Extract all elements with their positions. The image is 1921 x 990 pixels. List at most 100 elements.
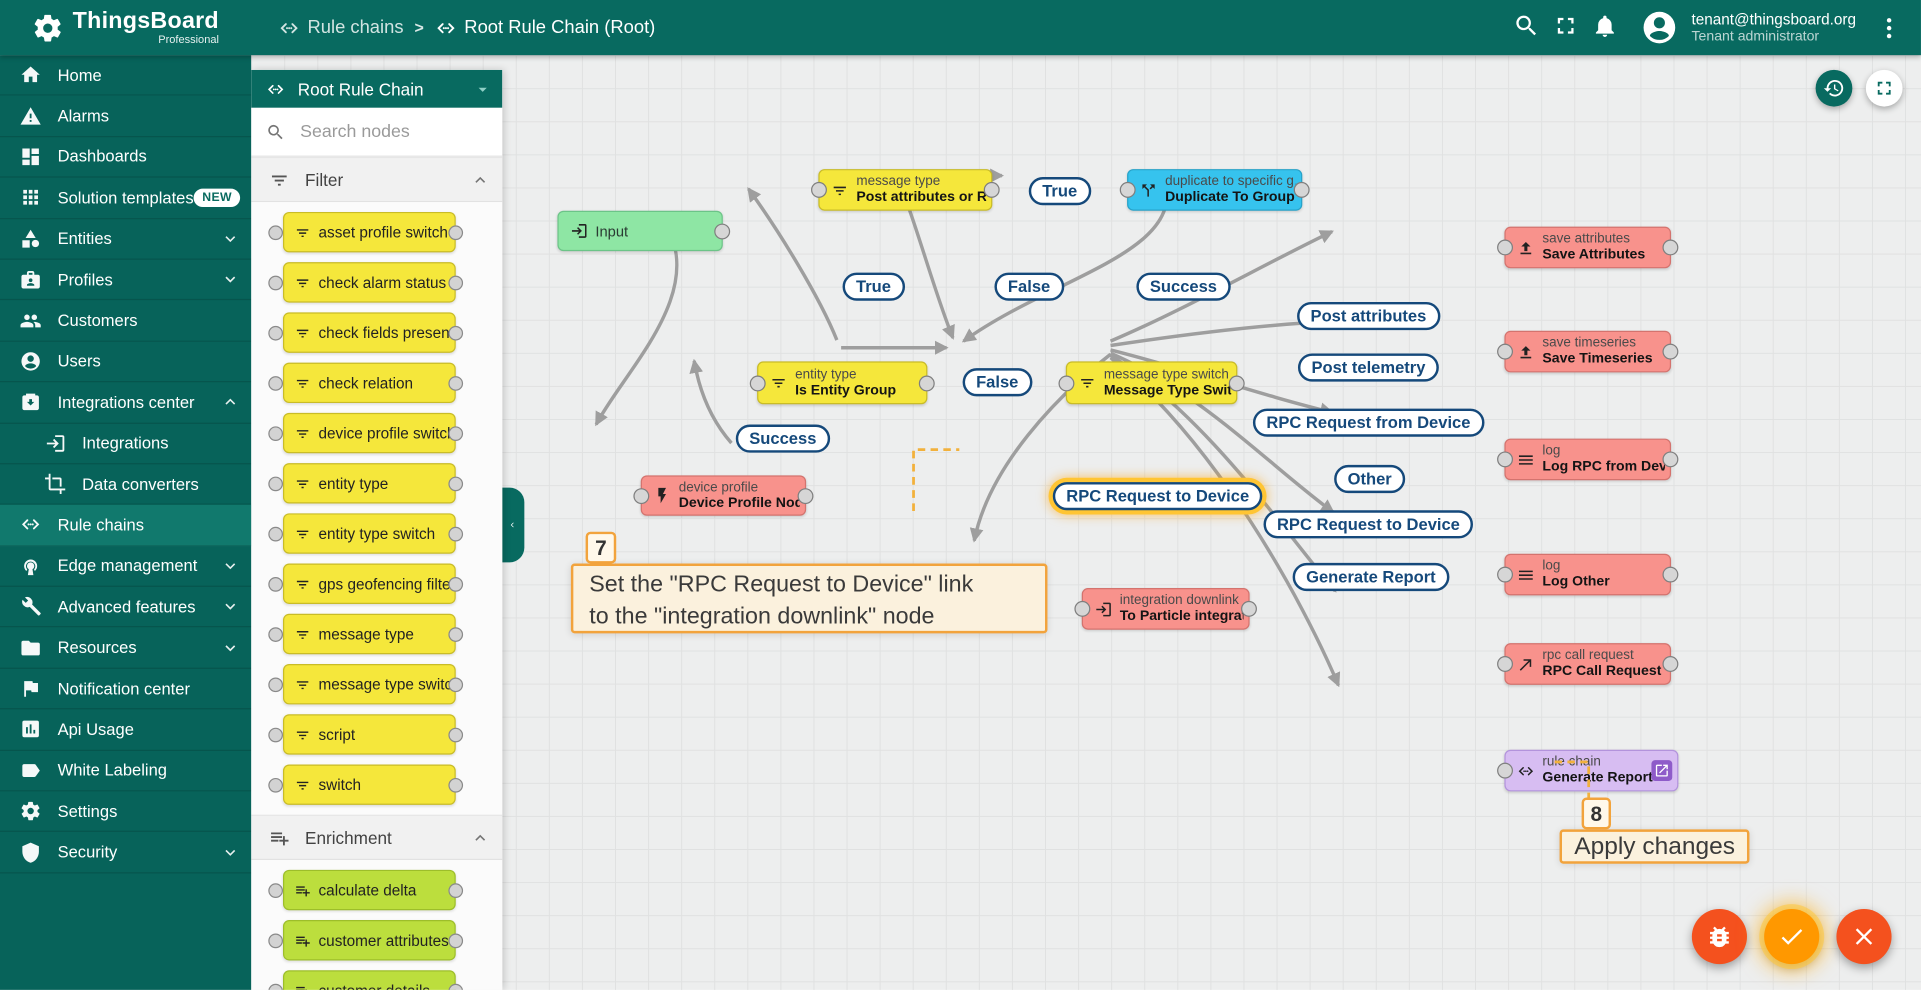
sidebar-item-entities[interactable]: Entities: [0, 219, 251, 260]
sidebar-item-profiles[interactable]: Profiles: [0, 260, 251, 301]
avatar[interactable]: [1640, 9, 1678, 47]
notifications-button[interactable]: [1589, 10, 1621, 42]
output-port[interactable]: [1662, 567, 1678, 583]
versions-history-button[interactable]: [1816, 70, 1853, 107]
sidebar-item-integrations-center[interactable]: Integrations center: [0, 382, 251, 423]
sidebar-item-home[interactable]: Home: [0, 55, 251, 96]
node-save-timeseries[interactable]: save timeseriesSave Timeseries: [1504, 331, 1671, 373]
palette-node-message-type[interactable]: message type: [251, 609, 502, 659]
sidebar-item-resources[interactable]: Resources: [0, 628, 251, 669]
node-integration-downlink[interactable]: integration downlinkTo Particle integrat…: [1082, 588, 1250, 630]
edge-label[interactable]: True: [1029, 177, 1091, 205]
palette-node-switch[interactable]: switch: [251, 760, 502, 810]
node-message-type[interactable]: message typePost attributes or RP…: [818, 169, 992, 211]
output-port[interactable]: [1241, 601, 1257, 617]
input-port[interactable]: [1497, 567, 1513, 583]
sidebar-item-edge-management[interactable]: Edge management: [0, 546, 251, 587]
sidebar-item-settings[interactable]: Settings: [0, 791, 251, 832]
palette-header[interactable]: Root Rule Chain: [251, 70, 502, 108]
sidebar-item-rule-chains[interactable]: Rule chains: [0, 505, 251, 546]
sidebar-item-users[interactable]: Users: [0, 341, 251, 382]
input-port[interactable]: [1497, 763, 1513, 779]
input-port[interactable]: [1120, 182, 1136, 198]
edge-label[interactable]: RPC Request from Device: [1253, 409, 1484, 437]
fullscreen-canvas-button[interactable]: [1866, 70, 1903, 107]
sidebar-item-advanced-features[interactable]: Advanced features: [0, 587, 251, 628]
logo[interactable]: ThingsBoard Professional: [0, 10, 251, 46]
output-port[interactable]: [1662, 344, 1678, 360]
input-port[interactable]: [633, 488, 649, 504]
sidebar-item-security[interactable]: Security: [0, 832, 251, 873]
input-port[interactable]: [811, 182, 827, 198]
node-device-profile[interactable]: device profileDevice Profile Node: [641, 475, 806, 515]
input-port[interactable]: [1074, 601, 1090, 617]
palette-collapse-handle[interactable]: [501, 488, 524, 563]
palette-node-entity-type-switch[interactable]: entity type switch: [251, 508, 502, 558]
sidebar-item-notification-center[interactable]: Notification center: [0, 669, 251, 710]
edge-label[interactable]: Success: [1136, 273, 1230, 301]
palette-node-gps-geofencing-filter[interactable]: gps geofencing filter: [251, 559, 502, 609]
node-input[interactable]: Input: [557, 211, 722, 251]
sidebar-item-white-labeling[interactable]: White Labeling: [0, 751, 251, 792]
sidebar-item-data-converters[interactable]: Data converters: [0, 464, 251, 505]
node-log-rpc-from-device[interactable]: logLog RPC from Device: [1504, 439, 1671, 481]
search-button[interactable]: [1510, 10, 1542, 42]
output-port[interactable]: [1294, 182, 1310, 198]
output-port[interactable]: [1662, 656, 1678, 672]
palette-node-calculate-delta[interactable]: calculate delta: [251, 865, 502, 915]
edge-label[interactable]: RPC Request to Device: [1264, 510, 1474, 538]
sidebar-item-integrations[interactable]: Integrations: [0, 423, 251, 464]
input-port[interactable]: [1497, 656, 1513, 672]
edge-label[interactable]: False: [963, 368, 1032, 396]
input-port[interactable]: [750, 375, 766, 391]
palette-section-enrichment[interactable]: Enrichment: [251, 815, 502, 860]
node-rpc-call-request[interactable]: rpc call requestRPC Call Request: [1504, 643, 1671, 685]
search-nodes-input[interactable]: [298, 121, 488, 143]
fullscreen-button[interactable]: [1549, 10, 1581, 42]
sidebar-item-api-usage[interactable]: Api Usage: [0, 710, 251, 751]
node-entity-type[interactable]: entity typeIs Entity Group: [757, 361, 927, 404]
output-port[interactable]: [714, 223, 730, 239]
node-log-other[interactable]: logLog Other: [1504, 554, 1671, 596]
palette-node-device-profile-switch[interactable]: device profile switch: [251, 408, 502, 458]
palette-node-customer-attributes[interactable]: customer attributes: [251, 915, 502, 965]
palette-section-filter[interactable]: Filter: [251, 157, 502, 202]
sidebar-item-dashboards[interactable]: Dashboards: [0, 137, 251, 178]
input-port[interactable]: [1497, 240, 1513, 256]
node-duplicate-to-group[interactable]: duplicate to specific g…Duplicate To Gro…: [1127, 169, 1302, 211]
output-port[interactable]: [1662, 240, 1678, 256]
palette-node-message-type-switch[interactable]: message type switch: [251, 659, 502, 709]
edge-label[interactable]: Success: [736, 424, 830, 452]
output-port[interactable]: [984, 182, 1000, 198]
node-save-attributes[interactable]: save attributesSave Attributes: [1504, 227, 1671, 269]
input-port[interactable]: [1058, 375, 1074, 391]
cancel-button[interactable]: [1836, 909, 1891, 964]
edge-label[interactable]: Post telemetry: [1298, 353, 1439, 381]
edge-label[interactable]: Other: [1334, 465, 1405, 493]
sidebar-item-customers[interactable]: Customers: [0, 301, 251, 342]
palette-node-customer-details[interactable]: customer details: [251, 965, 502, 990]
apply-changes-button[interactable]: [1764, 909, 1819, 964]
palette-node-script[interactable]: script: [251, 709, 502, 759]
palette-node-check-fields-presence[interactable]: check fields presence: [251, 308, 502, 358]
node-message-type-switch[interactable]: message type switchMessage Type Switch: [1066, 361, 1238, 404]
sidebar-item-solution-templates[interactable]: Solution templatesNEW: [0, 178, 251, 219]
edge-label[interactable]: False: [994, 273, 1063, 301]
output-port[interactable]: [1229, 375, 1245, 391]
more-menu-button[interactable]: [1873, 12, 1905, 44]
debug-mode-button[interactable]: [1692, 909, 1747, 964]
breadcrumb-root-rule-chain[interactable]: Root Rule Chain (Root): [435, 17, 655, 39]
input-port[interactable]: [1497, 451, 1513, 467]
output-port[interactable]: [919, 375, 935, 391]
edge-label-highlighted[interactable]: RPC Request to Device: [1053, 482, 1263, 510]
palette-node-entity-type[interactable]: entity type: [251, 458, 502, 508]
palette-node-asset-profile-switch[interactable]: asset profile switch: [251, 207, 502, 257]
edge-label[interactable]: True: [843, 273, 905, 301]
palette-node-check-alarm-status[interactable]: check alarm status: [251, 257, 502, 307]
output-port[interactable]: [1662, 451, 1678, 467]
palette-node-check-relation[interactable]: check relation: [251, 358, 502, 408]
breadcrumb-rule-chains[interactable]: Rule chains: [278, 17, 403, 39]
input-port[interactable]: [1497, 344, 1513, 360]
sidebar-item-alarms[interactable]: Alarms: [0, 96, 251, 137]
output-port[interactable]: [798, 488, 814, 504]
